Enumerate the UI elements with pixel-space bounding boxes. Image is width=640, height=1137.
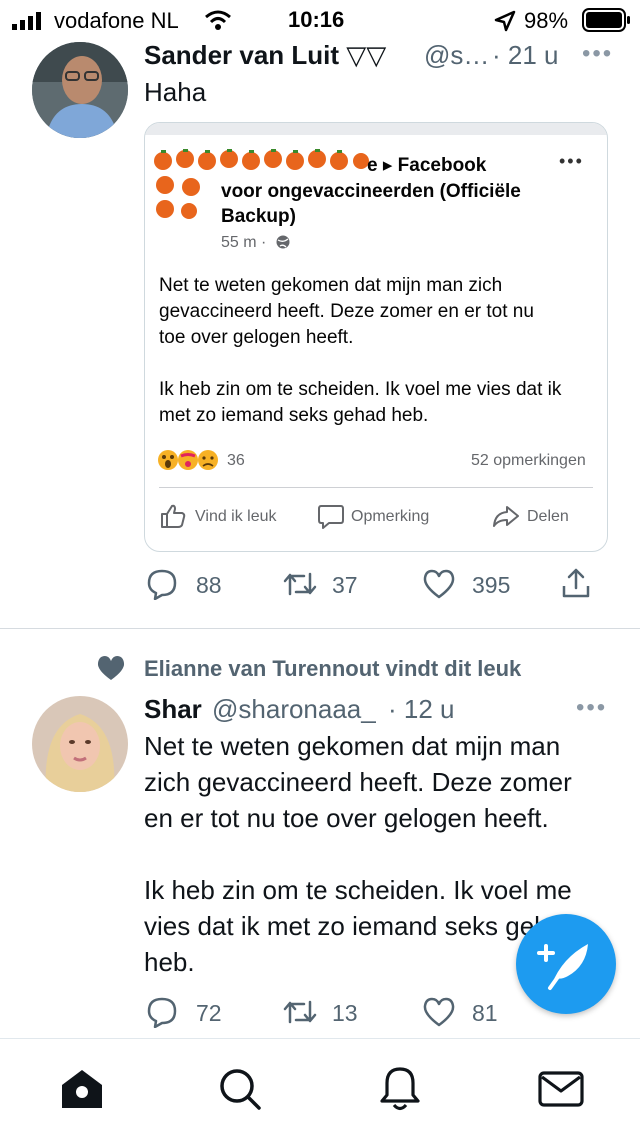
compose-tweet-button[interactable] — [516, 914, 616, 1014]
retweet-count: 37 — [332, 572, 358, 598]
tweet-divider — [0, 628, 640, 629]
tab-bar — [0, 1038, 640, 1137]
compose-feather-icon — [537, 944, 588, 990]
reply-icon[interactable] — [146, 996, 178, 1028]
author-name[interactable]: Sander van Luit ▽▽ — [144, 40, 386, 71]
fb-reactions — [157, 449, 225, 471]
clock: 10:16 — [288, 7, 345, 32]
share-icon[interactable] — [560, 566, 592, 600]
reaction-emojis-icon — [158, 450, 218, 470]
notifications-bell-icon[interactable] — [378, 1065, 422, 1113]
avatar[interactable] — [32, 696, 128, 792]
social-context[interactable]: Elianne van Turennout vindt dit leuk — [144, 656, 521, 682]
fb-post-text: Net te weten gekomen dat mijn man zich g… — [159, 275, 562, 426]
comment-bubble-icon — [318, 505, 344, 529]
battery-percent: 98% — [524, 8, 569, 33]
fb-comment-label: Opmerking — [351, 508, 430, 525]
more-options-icon[interactable]: ••• — [576, 694, 607, 722]
avatar[interactable] — [32, 42, 128, 138]
retweet-icon[interactable] — [282, 998, 318, 1026]
fb-divider — [159, 487, 593, 488]
battery-icon — [582, 8, 630, 32]
more-options-icon[interactable]: ••• — [582, 40, 613, 68]
search-icon[interactable] — [218, 1067, 262, 1111]
fb-reaction-count: 36 — [227, 452, 245, 469]
like-count: 395 — [472, 572, 511, 598]
embedded-image[interactable]: e ▸ Facebook voor ongevaccineerden (Offi… — [144, 122, 608, 552]
thumbs-up-icon — [161, 504, 186, 528]
share-arrow-icon — [493, 506, 519, 527]
status-bar: vodafone NL 10:16 98% — [0, 0, 640, 40]
location-icon — [494, 10, 516, 32]
tweet-text: Haha — [144, 77, 207, 107]
author-handle[interactable]: @s… — [424, 40, 489, 71]
fb-share-label: Delen — [527, 508, 569, 525]
image-top-strip — [145, 123, 607, 135]
author-name[interactable]: Shar — [144, 694, 202, 725]
heart-icon[interactable] — [422, 568, 456, 600]
like-count: 81 — [472, 1000, 498, 1026]
tweet-time: · 21 u — [492, 40, 559, 70]
fb-more-icon: ••• — [559, 151, 584, 171]
fb-group-title-2: voor ongevaccineerden (Officiële — [221, 181, 521, 202]
avatar-photo — [32, 696, 128, 792]
heart-icon[interactable] — [422, 996, 456, 1028]
messages-mail-icon[interactable] — [538, 1071, 584, 1107]
liked-heart-icon — [97, 656, 125, 680]
retweet-icon[interactable] — [282, 570, 318, 598]
globe-icon — [276, 235, 290, 249]
fb-group-title-3: Backup) — [221, 206, 296, 227]
fb-group-title-1: e ▸ Facebook — [367, 155, 487, 176]
wifi-icon — [205, 10, 231, 30]
reply-count: 88 — [196, 572, 222, 598]
reply-count: 72 — [196, 1000, 222, 1026]
retweet-count: 13 — [332, 1000, 358, 1026]
avatar-photo — [32, 42, 128, 138]
fb-post-meta: 55 m · — [221, 234, 267, 251]
fb-comment-count: 52 opmerkingen — [471, 452, 586, 469]
tweet-actions: 88 37 395 — [0, 562, 640, 608]
signal-icon — [12, 12, 41, 30]
carrier-label: vodafone NL — [54, 8, 179, 33]
tweet-time: · 12 u — [388, 694, 455, 724]
fb-like-label: Vind ik leuk — [195, 508, 277, 525]
home-icon[interactable] — [58, 1067, 106, 1111]
author-handle[interactable]: @sharonaaa_ — [212, 694, 376, 725]
reply-icon[interactable] — [146, 568, 178, 600]
